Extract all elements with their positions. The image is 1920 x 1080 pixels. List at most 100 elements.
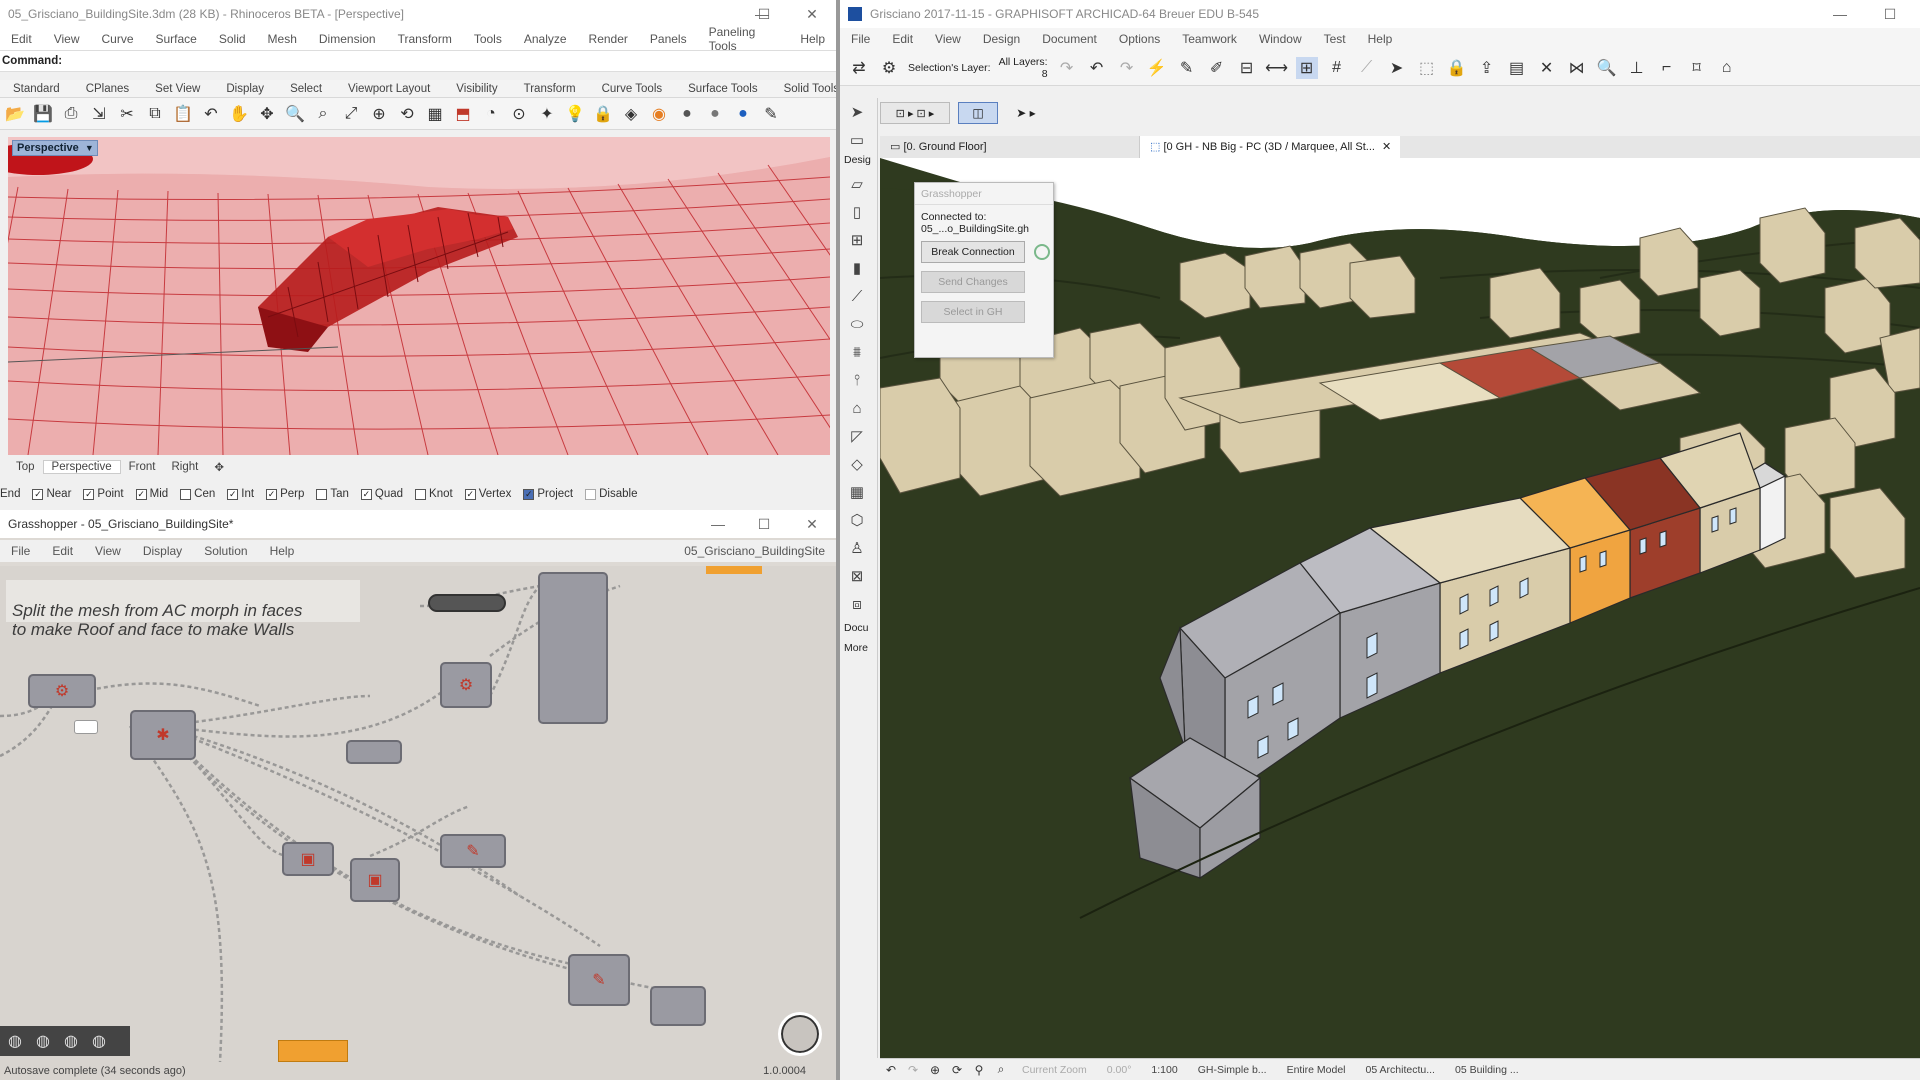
rhino-menu-surface[interactable]: Surface	[145, 32, 208, 46]
gh-orange-panel[interactable]	[278, 1040, 348, 1062]
align-icon[interactable]: ⊟	[1236, 57, 1258, 79]
osnap-tan[interactable]: Tan	[316, 488, 349, 500]
arrow-tool-icon[interactable]: ➤	[840, 98, 874, 126]
gh-palette-title[interactable]: Grasshopper	[915, 183, 1053, 205]
roof-tool-icon[interactable]: ⌂	[840, 394, 874, 422]
measure-icon[interactable]: ⟷	[1265, 57, 1288, 79]
checkbox-icon[interactable]	[227, 488, 239, 500]
named-view-icon[interactable]: ◔	[480, 103, 502, 125]
undo-zoom-icon[interactable]: ↶	[880, 1059, 902, 1080]
osnap-project[interactable]: Project	[523, 488, 573, 500]
checkbox-icon[interactable]	[83, 488, 95, 500]
gh-menu-file[interactable]: File	[0, 544, 41, 558]
ac-menu-teamwork[interactable]: Teamwork	[1171, 32, 1248, 46]
grid-icon[interactable]: #	[1326, 57, 1348, 79]
osnap-point[interactable]: Point	[83, 488, 124, 500]
osnap-int[interactable]: Int	[227, 488, 254, 500]
stair-tool-icon[interactable]: ⩩	[840, 338, 874, 366]
gh-component-e[interactable]: ▣	[350, 858, 400, 902]
checkbox-icon[interactable]	[32, 488, 44, 500]
cplane-icon[interactable]: ⬒	[452, 103, 474, 125]
rhino-menu-render[interactable]: Render	[578, 32, 639, 46]
toolbar-tab-solid-tools[interactable]: Solid Tools	[771, 83, 836, 95]
checkbox-icon[interactable]	[585, 488, 597, 500]
move-view-icon[interactable]: ✥	[256, 103, 278, 125]
object-tool-icon[interactable]: ♙	[840, 534, 874, 562]
ac-arrow-selector[interactable]: ⊡ ▸ ⊡ ▸	[880, 102, 950, 124]
gh-orange-panel-top[interactable]	[706, 566, 762, 574]
layer-icon[interactable]: ◈	[620, 103, 642, 125]
osnap-perp[interactable]: Perp	[266, 488, 304, 500]
gh-component-g[interactable]: ✎	[568, 954, 630, 1006]
undo-icon[interactable]: ↶	[1086, 57, 1108, 79]
gh-component-d[interactable]: ▣	[282, 842, 334, 876]
add-view-icon[interactable]: ✥	[206, 460, 232, 474]
break-connection-button[interactable]: Break Connection	[921, 241, 1025, 263]
select-in-gh-button[interactable]: Select in GH	[921, 301, 1025, 323]
tab-ground-floor[interactable]: ▭ [0. Ground Floor]	[880, 136, 1140, 158]
view-tab-perspective[interactable]: Perspective	[42, 460, 121, 474]
lock-icon[interactable]: 🔒	[592, 103, 614, 125]
light-icon[interactable]: 💡	[564, 103, 586, 125]
guide-line-icon[interactable]: ⟋	[1356, 57, 1378, 79]
redo-disabled-icon[interactable]: ↷	[1056, 57, 1078, 79]
point-icon[interactable]: ⊙	[508, 103, 530, 125]
layer-combo-icon[interactable]: ⊞	[1295, 56, 1318, 79]
gh-component-main[interactable]: ✱	[130, 710, 196, 760]
gh-annotation-panel[interactable]: Split the mesh from AC morph in faces to…	[6, 580, 360, 639]
slab-tool-icon[interactable]: ⬭	[840, 310, 874, 338]
gh-component-list[interactable]	[538, 572, 608, 724]
osnap-end[interactable]: End	[0, 488, 20, 500]
view-tab-right[interactable]: Right	[163, 461, 206, 473]
minimize-icon[interactable]: —	[698, 510, 738, 538]
ac-menu-file[interactable]: File	[840, 32, 881, 46]
toolbar-tab-visibility[interactable]: Visibility	[443, 83, 510, 95]
rhino-menu-edit[interactable]: Edit	[0, 32, 43, 46]
options-icon[interactable]: ✎	[760, 103, 782, 125]
rhino-menu-help[interactable]: Help	[789, 32, 836, 46]
open-folder-icon[interactable]: 📂	[4, 103, 26, 125]
marquee-tool-icon[interactable]: ▭	[840, 126, 874, 154]
toolbar-tab-viewport-layout[interactable]: Viewport Layout	[335, 83, 443, 95]
status-current-zoom[interactable]: Current Zoom	[1012, 1064, 1097, 1076]
restore-icon[interactable]: ☐	[744, 510, 784, 538]
render-sphere-icon[interactable]: ●	[704, 103, 726, 125]
checkbox-icon[interactable]	[523, 488, 535, 500]
restore-icon[interactable]: ☐	[1870, 0, 1910, 28]
zone-tool-icon[interactable]: ⊠	[840, 562, 874, 590]
checkbox-icon[interactable]	[135, 488, 147, 500]
toolbar-tab-display[interactable]: Display	[213, 83, 277, 95]
zoom-extents-icon[interactable]: ⤢	[340, 103, 362, 125]
find-icon[interactable]: 🔍	[1596, 57, 1618, 79]
paste-icon[interactable]: 📋	[172, 103, 194, 125]
status-model-view[interactable]: Entire Model	[1277, 1064, 1356, 1076]
gh-component-h[interactable]	[650, 986, 706, 1026]
gh-menu-display[interactable]: Display	[132, 544, 193, 558]
grasshopper-canvas[interactable]: Split the mesh from AC morph in faces to…	[0, 566, 836, 1062]
tab-3d-view[interactable]: ⬚ [0 GH - NB Big - PC (3D / Marquee, All…	[1140, 136, 1400, 158]
ac-menu-help[interactable]: Help	[1357, 32, 1404, 46]
toolbar-tab-select[interactable]: Select	[277, 83, 335, 95]
close-tab-icon[interactable]: ✕	[1382, 141, 1391, 153]
gh-component-a[interactable]: ⚙	[28, 674, 96, 708]
zoom-window-icon[interactable]: ⌕	[312, 103, 334, 125]
rotate-view-icon[interactable]: ⟲	[396, 103, 418, 125]
rhino-menu-panels[interactable]: Panels	[639, 32, 698, 46]
gh-menu-edit[interactable]: Edit	[41, 544, 84, 558]
gh-connection-palette[interactable]: Grasshopper Connected to: 05_...o_Buildi…	[914, 182, 1054, 358]
view-tab-front[interactable]: Front	[121, 461, 164, 473]
gh-menu-help[interactable]: Help	[259, 544, 306, 558]
walk-icon[interactable]: ⚲	[968, 1059, 990, 1080]
close-icon[interactable]: ✕	[792, 510, 832, 538]
bake-sphere-icon[interactable]: ◍	[4, 1030, 26, 1052]
status-layer-combo[interactable]: GH-Simple b...	[1188, 1064, 1277, 1076]
rhino-menu-curve[interactable]: Curve	[90, 32, 144, 46]
pointer-icon[interactable]: ➤	[1386, 57, 1408, 79]
checkbox-icon[interactable]	[464, 488, 476, 500]
pan-hand-icon[interactable]: ✋	[228, 103, 250, 125]
trim-icon[interactable]: ⌑	[1686, 57, 1708, 79]
osnap-cen[interactable]: Cen	[180, 488, 215, 500]
gh-component-mesh-faces[interactable]	[428, 594, 506, 612]
ac-menu-view[interactable]: View	[924, 32, 972, 46]
home-icon[interactable]: ⌂	[1716, 57, 1738, 79]
